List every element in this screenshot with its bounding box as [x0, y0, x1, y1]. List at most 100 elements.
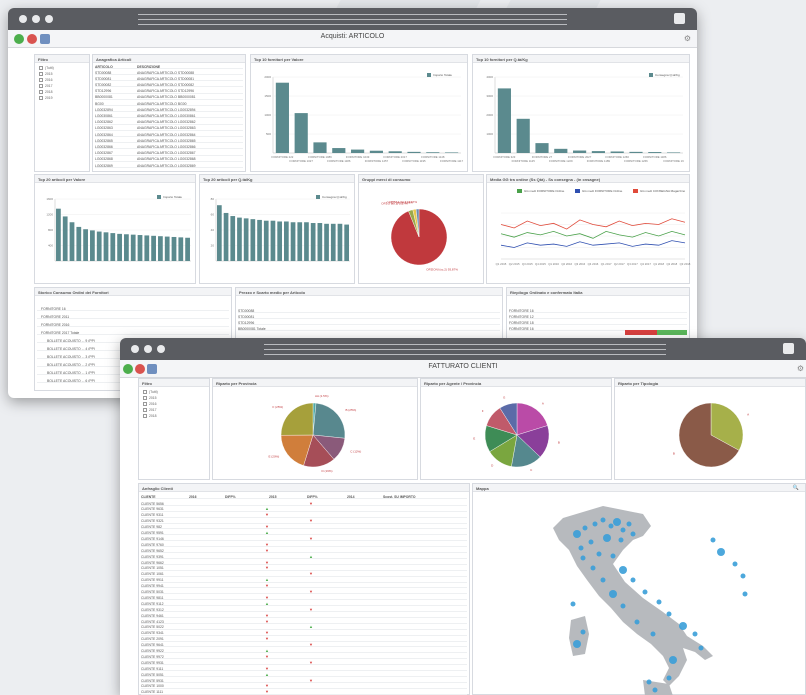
table-row[interactable]: CLIENTE 1111 ▼ — [141, 689, 467, 695]
window-square-icon[interactable] — [783, 343, 794, 354]
checkbox-icon[interactable] — [143, 408, 147, 413]
table-row[interactable]: FORNITORE 2011 — [37, 314, 229, 319]
map-marker — [573, 640, 581, 648]
cell-descrizione: ANAGRAFICA ARTICOLO STD00082 — [137, 82, 195, 87]
cell-descrizione: ANAGRAFICA ARTICOLO STD12996 — [137, 89, 195, 94]
cell-articolo: LG0032863 — [95, 126, 113, 131]
column-header[interactable]: 2015 — [269, 495, 307, 499]
gruppi-pie-chart: OPZIONI (sc.2) 93,87%OPZ 2 (sc.1) 2,57%O… — [381, 200, 458, 271]
filter-item[interactable]: 2018 — [39, 90, 53, 95]
filter-item[interactable]: 2016 — [39, 78, 53, 83]
table-row[interactable]: STD12996 — [238, 320, 500, 325]
tick-label: 3000 — [486, 94, 493, 98]
checkbox-icon[interactable] — [143, 402, 147, 407]
table-row[interactable]: FORNITORE 18 — [509, 320, 687, 325]
bar — [137, 235, 143, 261]
table-row[interactable]: BB0000081 ANAGRAFICA ARTICOLO BB0000081 — [95, 95, 243, 100]
window-dot-maximize[interactable] — [45, 15, 53, 23]
filter-item[interactable]: 2017 — [143, 408, 157, 413]
window-dot-minimize[interactable] — [144, 345, 152, 353]
table-row[interactable]: FORNITORE 16 — [509, 308, 687, 313]
checkbox-icon[interactable] — [39, 90, 43, 95]
filter-item[interactable]: 2017 — [39, 84, 53, 89]
bar — [237, 217, 242, 261]
table-row[interactable]: FORNITORE 2017 Totale — [37, 330, 229, 335]
map-marker — [588, 539, 594, 545]
column-header[interactable]: CLIENTE — [141, 495, 189, 499]
checkbox-icon[interactable] — [143, 414, 147, 419]
checkbox-icon[interactable] — [39, 96, 43, 101]
checkbox-icon[interactable] — [143, 396, 147, 401]
map-marker — [717, 548, 725, 556]
gear-icon[interactable]: ⚙ — [797, 364, 804, 373]
filter-item[interactable]: (Tutti) — [143, 390, 158, 395]
filter-item[interactable]: 2016 — [143, 402, 157, 407]
map-marker — [656, 599, 662, 605]
filter-item[interactable]: 2015 — [39, 72, 53, 77]
table-row[interactable]: BG00 ANAGRAFICA ARTICOLO BG00 — [95, 101, 243, 106]
table-row[interactable]: LG0032863 ANAGRAFICA ARTICOLO LG0032863 — [95, 126, 243, 131]
table-row[interactable]: STD00088 — [238, 308, 500, 313]
table-row[interactable]: STD12996 ANAGRAFICA ARTICOLO STD12996 — [95, 89, 243, 94]
map-marker — [610, 553, 616, 559]
filter-item[interactable]: 2015 — [143, 396, 157, 401]
bar — [178, 237, 184, 261]
checkbox-icon[interactable] — [143, 390, 147, 395]
articles-header: ARTICOLO DESCRIZIONE — [95, 64, 243, 69]
window-dot-close[interactable] — [19, 15, 27, 23]
tick-label: 1200 — [46, 213, 53, 217]
table-row[interactable]: FORNITORE 2016 — [37, 322, 229, 327]
cell-articolo: STD12996 — [95, 89, 112, 94]
table-row[interactable]: LG0032866 ANAGRAFICA ARTICOLO LG0032866 — [95, 144, 243, 150]
table-row[interactable]: STD00081 — [238, 314, 500, 319]
checkbox-icon[interactable] — [39, 72, 43, 77]
cell-descrizione: ANAGRAFICA ARTICOLO LG0032867 — [137, 151, 196, 156]
table-row[interactable]: LG0032868 ANAGRAFICA ARTICOLO LG0032868 — [95, 157, 243, 162]
column-header[interactable]: 2016 — [189, 495, 225, 499]
window-dot-maximize[interactable] — [157, 345, 165, 353]
table-row[interactable]: LG0032894 ANAGRAFICA ARTICOLO LG0032894 — [95, 107, 243, 113]
table-row[interactable]: STD00088 ANAGRAFICA ARTICOLO STD00088 — [95, 70, 243, 75]
bar — [76, 226, 82, 261]
up-arrow-icon: ▲ — [265, 671, 269, 677]
filter-item[interactable]: 2019 — [39, 96, 53, 101]
window-titlebar[interactable] — [120, 338, 806, 360]
window-titlebar[interactable] — [8, 8, 697, 30]
tick-label: 500 — [266, 132, 271, 136]
column-header[interactable]: DIFF% — [307, 495, 347, 499]
table-row[interactable]: LG0032864 ANAGRAFICA ARTICOLO LG0032864 — [95, 132, 243, 137]
filter-item[interactable]: (Tutti) — [39, 66, 54, 71]
cell-cliente: CLIENTE 5931 — [141, 678, 164, 683]
cell-cliente: CLIENTE 1061 — [141, 572, 164, 577]
filter-item[interactable]: 2018 — [143, 414, 157, 419]
italy-map[interactable] — [473, 484, 806, 695]
legend-label: Consegna Q.tà/Kg — [655, 73, 680, 77]
table-row[interactable]: LG0032862 ANAGRAFICA ARTICOLO LG0032862 — [95, 120, 243, 125]
table-row[interactable]: LG0032867 ANAGRAFICA ARTICOLO LG0032867 — [95, 151, 243, 156]
table-row[interactable]: STD00082 ANAGRAFICA ARTICOLO STD00082 — [95, 82, 243, 88]
checkbox-icon[interactable] — [39, 78, 43, 83]
window-dot-close[interactable] — [131, 345, 139, 353]
cell-articolo: STD00088 — [95, 70, 112, 75]
window-dot-minimize[interactable] — [32, 15, 40, 23]
column-header[interactable]: Scost. SU IMPORTO — [383, 495, 443, 499]
checkbox-icon[interactable] — [39, 66, 43, 71]
cell-cliente: CLIENTE 9311 — [141, 513, 164, 518]
checkbox-icon[interactable] — [39, 84, 43, 89]
cell-cliente: CLIENTE 9391 — [141, 554, 164, 559]
gear-icon[interactable]: ⚙ — [684, 34, 691, 43]
column-header[interactable]: DIFF% — [225, 495, 269, 499]
window-square-icon[interactable] — [674, 13, 685, 24]
table-row[interactable]: BB0000081 Totale — [238, 326, 500, 331]
top-articoli-valore-panel: Top 20 articoli per Valore 400 800 1200 160… — [34, 174, 196, 284]
table-row[interactable]: FORNITORE 12 — [509, 314, 687, 319]
table-row[interactable]: LG0032865 ANAGRAFICA ARTICOLO LG0032865 — [95, 138, 243, 144]
fornitori-quantita-chart: 1000200030004000FORNITORE 323FORNITORE 1… — [486, 73, 684, 163]
cell-descrizione: ANAGRAFICA ARTICOLO LG0032866 — [137, 144, 196, 149]
slice-label: B (25%) — [345, 408, 356, 412]
table-row[interactable]: FORNITORE 16 — [37, 306, 229, 311]
table-row[interactable]: LG0030861 ANAGRAFICA ARTICOLO LG0030861 — [95, 113, 243, 119]
column-header[interactable]: 2014 — [347, 495, 383, 499]
table-row[interactable]: STD00081 ANAGRAFICA ARTICOLO STD00081 — [95, 76, 243, 82]
table-row[interactable]: LG0032869 ANAGRAFICA ARTICOLO LG0032869 — [95, 163, 243, 168]
